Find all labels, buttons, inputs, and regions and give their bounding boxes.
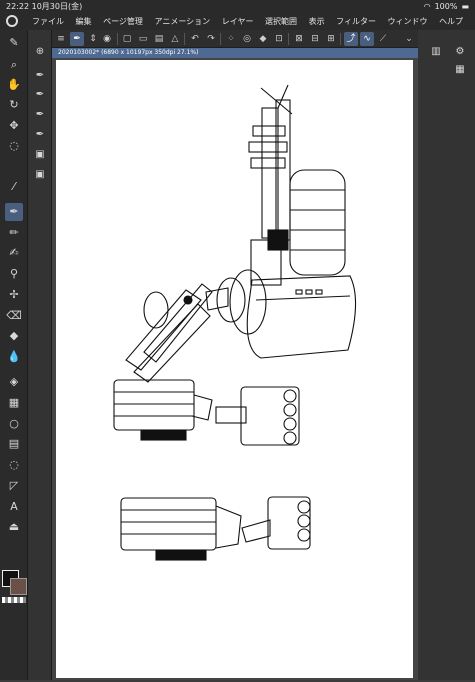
sub-tool-2-icon[interactable]: ✒: [32, 87, 48, 103]
menu-page[interactable]: ページ管理: [103, 17, 143, 26]
sub-tool-5-icon[interactable]: ▣: [32, 147, 48, 163]
lasso-icon[interactable]: ◌: [5, 137, 23, 155]
export-icon[interactable]: △: [168, 32, 182, 46]
eye-icon[interactable]: ◉: [100, 32, 114, 46]
status-date: 10月30日(金): [31, 2, 83, 11]
ruler-icon[interactable]: ◸: [5, 477, 23, 495]
new-icon[interactable]: ▢: [120, 32, 134, 46]
transparent-color-swatch[interactable]: [2, 597, 26, 603]
separator: [117, 33, 118, 45]
menu-view[interactable]: 表示: [309, 17, 325, 26]
save-icon[interactable]: ▤: [152, 32, 166, 46]
menu-items: ファイル 編集 ページ管理 アニメーション レイヤー 選択範囲 表示 フィルター…: [32, 13, 472, 30]
separator: [184, 33, 185, 45]
frame-icon[interactable]: ▤: [5, 435, 23, 453]
menu-animation[interactable]: アニメーション: [154, 17, 210, 26]
menu-edit[interactable]: 編集: [76, 17, 92, 26]
separator: [220, 33, 221, 45]
sub-tool-3-icon[interactable]: ✒: [32, 107, 48, 123]
navigator-icon[interactable]: ▦: [452, 62, 468, 78]
sub-tool-1-icon[interactable]: ✒: [32, 68, 48, 84]
mech-hand-pointing: [125, 283, 229, 383]
right-panel: ▥ ⚙ ▦: [418, 30, 475, 680]
menu-window[interactable]: ウィンドウ: [388, 17, 428, 26]
battery-percent: 100%: [434, 2, 458, 11]
fill-icon[interactable]: ◈: [5, 373, 23, 391]
redo-icon[interactable]: ↷: [204, 32, 218, 46]
menu-icon[interactable]: ≡: [54, 32, 68, 46]
eraser-icon[interactable]: ⌫: [5, 307, 23, 325]
menu-file[interactable]: ファイル: [32, 17, 64, 26]
mech-arm-upper: [248, 84, 346, 286]
mech-hand-fist-1: [113, 379, 213, 441]
fill-selection-icon[interactable]: ◆: [256, 32, 270, 46]
correction-icon[interactable]: ⏏: [5, 518, 23, 536]
stepper-icon[interactable]: ⇕: [86, 32, 100, 46]
separator: [340, 33, 341, 45]
zoom-icon[interactable]: ⌕: [5, 56, 23, 74]
sub-color-swatch[interactable]: [10, 578, 27, 595]
move-icon[interactable]: ✥: [5, 117, 23, 135]
sub-tool-4-icon[interactable]: ✒: [32, 127, 48, 143]
mech-hand-fist-2: [215, 386, 300, 446]
brush-size-icon[interactable]: ✒: [70, 32, 84, 46]
status-right: ◠ 100% ▬: [420, 0, 469, 13]
tool-palette: ✎ ⌕ ✋ ↻ ✥ ◌ ⁄ ✒ ✏ ✍ ⚲ ✢ ⌫ ◆ 💧 ◈ ▦ ○ ▤ ◌ …: [0, 30, 28, 680]
menu-filter[interactable]: フィルター: [336, 17, 376, 26]
stabilize-icon[interactable]: ⤴: [344, 32, 358, 46]
undo-icon[interactable]: ↶: [188, 32, 202, 46]
color-swatches: [2, 570, 28, 603]
layer-panel-icon[interactable]: ▥: [428, 44, 444, 60]
menu-bar: ファイル 編集 ページ管理 アニメーション レイヤー 選択範囲 表示 フィルター…: [0, 13, 475, 30]
decoration-icon[interactable]: ✢: [5, 286, 23, 304]
mech-arm-drawing: [113, 84, 357, 561]
figure-icon[interactable]: ○: [5, 415, 23, 433]
clip-studio-logo-icon[interactable]: [6, 15, 18, 27]
blend-icon[interactable]: 💧: [5, 348, 23, 366]
lasso-select-icon[interactable]: ◌: [5, 456, 23, 474]
crop-icon[interactable]: ⊞: [324, 32, 338, 46]
sub-tool-6-icon[interactable]: ▣: [32, 167, 48, 183]
gradient-icon[interactable]: ▦: [5, 394, 23, 412]
open-icon[interactable]: ▭: [136, 32, 150, 46]
hand-icon[interactable]: ✋: [5, 76, 23, 94]
mech-arm-forearm: [216, 269, 357, 359]
battery-icon: ▬: [461, 2, 469, 11]
mech-hand-fist-3: [120, 497, 242, 561]
document-tab-label: 2020103002* (6890 x 10197px 350dpi 27.1%…: [58, 49, 199, 56]
status-bar: 22:22 10月30日(金) ◠ 100% ▬: [0, 0, 475, 13]
pen-icon[interactable]: ✒: [5, 203, 23, 221]
menu-help[interactable]: ヘルプ: [439, 17, 463, 26]
eyedropper-icon[interactable]: ⁄: [5, 178, 23, 196]
sub-tool-palette: ⊕ ✒ ✒ ✒ ✒ ▣ ▣: [28, 30, 52, 680]
menu-selection[interactable]: 選択範囲: [265, 17, 297, 26]
chevron-down-icon[interactable]: ⌄: [402, 32, 416, 46]
status-time-date: 22:22 10月30日(金): [6, 0, 82, 13]
menu-layer[interactable]: レイヤー: [222, 17, 254, 26]
eraser-2-icon[interactable]: ◆: [5, 327, 23, 345]
text-icon[interactable]: A: [5, 498, 23, 516]
vector-icon[interactable]: ∿: [360, 32, 374, 46]
select-all-icon[interactable]: ⁘: [224, 32, 238, 46]
brush-icon[interactable]: ✍: [5, 244, 23, 262]
separator: [288, 33, 289, 45]
canvas-paper[interactable]: [56, 60, 413, 678]
document-tab[interactable]: 2020103002* (6890 x 10197px 350dpi 27.1%…: [52, 48, 418, 58]
command-bar: ≡ ✒ ⇕ ◉ ▢ ▭ ▤ △ ↶ ↷ ⁘ ◎ ◆ ⊡ ⊠ ⊟ ⊞ ⤴ ∿ ⟋ …: [52, 30, 475, 48]
pencil-icon[interactable]: ✏: [5, 224, 23, 242]
wifi-icon: ◠: [423, 2, 431, 11]
status-time: 22:22: [6, 2, 30, 11]
pen-settings-icon[interactable]: ✎: [5, 34, 23, 52]
airbrush-icon[interactable]: ⚲: [5, 265, 23, 283]
transform-icon[interactable]: ⊡: [272, 32, 286, 46]
ruler-snap-icon[interactable]: ⟋: [376, 32, 390, 46]
sub-zoom-icon[interactable]: ⊕: [32, 44, 48, 60]
property-panel-icon[interactable]: ⚙: [452, 44, 468, 60]
clear-outside-icon[interactable]: ⊟: [308, 32, 322, 46]
rotate-icon[interactable]: ↻: [5, 96, 23, 114]
mech-hand-fist-4: [241, 496, 311, 550]
deselect-icon[interactable]: ◎: [240, 32, 254, 46]
canvas-area[interactable]: [52, 58, 418, 680]
clear-icon[interactable]: ⊠: [292, 32, 306, 46]
